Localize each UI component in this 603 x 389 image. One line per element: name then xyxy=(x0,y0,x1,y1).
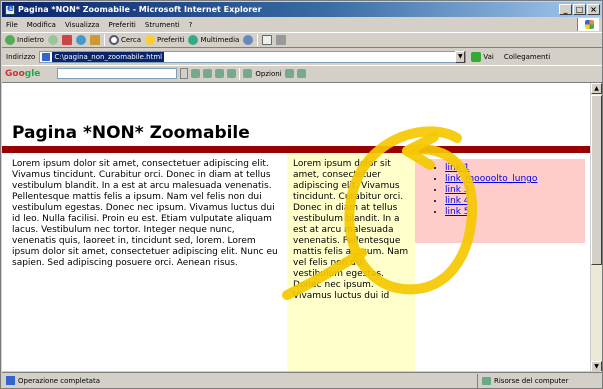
favorites-button[interactable]: Preferiti xyxy=(145,35,184,45)
address-bar: Indirizzo C:\pagina_non_zoomabile.html ▼… xyxy=(2,49,602,64)
links-list: link 1 link_moooolto_lungo link 3 link 4… xyxy=(415,163,585,218)
google-search-dropdown[interactable] xyxy=(180,68,189,79)
page-done-icon xyxy=(6,376,15,385)
title-bar[interactable]: Pagina *NON* Zoomabile - Microsoft Inter… xyxy=(2,2,602,17)
address-label: Indirizzo xyxy=(6,52,36,61)
list-item: link 1 xyxy=(445,163,585,174)
google-logo[interactable]: Google xyxy=(5,69,40,79)
browser-window: Pagina *NON* Zoomabile - Microsoft Inter… xyxy=(0,0,603,389)
scroll-thumb[interactable] xyxy=(591,95,602,265)
menu-tools[interactable]: Strumenti xyxy=(145,21,180,29)
window-controls: _ □ × xyxy=(559,4,600,15)
star-icon xyxy=(145,35,156,45)
history-button[interactable] xyxy=(243,35,254,45)
back-arrow-icon xyxy=(5,35,15,45)
media-label: Multimedia xyxy=(200,36,240,44)
search-label: Cerca xyxy=(120,36,142,44)
history-icon xyxy=(243,35,254,45)
print-button[interactable] xyxy=(276,35,287,45)
home-button[interactable] xyxy=(89,35,100,45)
media-icon xyxy=(188,35,199,45)
list-item: link 4 xyxy=(445,196,585,207)
address-input[interactable]: C:\pagina_non_zoomabile.html xyxy=(39,50,467,63)
mail-button[interactable] xyxy=(262,35,273,45)
menu-favorites[interactable]: Preferiti xyxy=(108,21,135,29)
favorites-label: Preferiti xyxy=(157,36,185,44)
search-button[interactable]: Cerca xyxy=(108,35,142,45)
go-arrow-icon xyxy=(471,51,482,62)
google-pen-icon[interactable] xyxy=(296,69,306,78)
stop-icon xyxy=(61,35,72,45)
close-button[interactable]: × xyxy=(587,4,600,15)
main-column-text: Lorem ipsum dolor sit amet, consectetuer… xyxy=(12,159,278,268)
maximize-button[interactable]: □ xyxy=(573,4,586,15)
windows-flag-icon xyxy=(577,18,599,31)
scroll-down-button[interactable]: ▼ xyxy=(591,361,602,371)
status-zone-text: Risorse del computer xyxy=(494,376,569,385)
google-news-icon[interactable] xyxy=(203,69,213,78)
media-button[interactable]: Multimedia xyxy=(188,35,239,45)
status-text: Operazione completata xyxy=(18,376,101,385)
go-button[interactable]: Vai xyxy=(471,51,494,62)
link-1[interactable]: link 1 xyxy=(445,163,470,173)
google-search-icon[interactable] xyxy=(191,69,201,78)
vertical-scrollbar[interactable]: ▲ ▼ xyxy=(590,83,602,371)
list-item: link 3 xyxy=(445,185,585,196)
address-url: C:\pagina_non_zoomabile.html xyxy=(52,51,165,62)
toolbar-separator xyxy=(103,34,105,46)
link-long[interactable]: link_moooolto_lungo xyxy=(445,174,537,184)
forward-arrow-icon xyxy=(47,35,58,45)
status-bar: Operazione completata Risorse del comput… xyxy=(2,372,602,388)
menu-file[interactable]: File xyxy=(6,21,18,29)
toolbar-separator xyxy=(257,34,259,46)
status-zone: Risorse del computer xyxy=(477,373,602,388)
scroll-up-button[interactable]: ▲ xyxy=(591,83,602,94)
stop-button[interactable] xyxy=(61,35,72,45)
google-search-input[interactable] xyxy=(57,68,178,79)
computer-icon xyxy=(482,376,491,385)
page-content[interactable]: Pagina *NON* Zoomabile Lorem ipsum dolor… xyxy=(2,82,602,371)
page-title: Pagina *NON* Zoomabile xyxy=(12,123,250,143)
list-item: link 5 xyxy=(445,207,585,218)
address-dropdown-button[interactable]: ▼ xyxy=(455,50,466,63)
google-toolbar: Google Opzioni xyxy=(2,65,602,81)
google-options-label[interactable]: Opzioni xyxy=(255,70,281,78)
middle-column-text: Lorem ipsum dolor sit amet, consectetuer… xyxy=(287,153,415,371)
go-label: Vai xyxy=(483,52,494,61)
links-toolbar-label[interactable]: Collegamenti xyxy=(504,53,550,61)
back-label: Indietro xyxy=(17,36,44,44)
search-icon xyxy=(108,35,119,45)
forward-button[interactable] xyxy=(47,35,58,45)
link-4[interactable]: link 4 xyxy=(445,196,470,206)
printer-icon xyxy=(276,35,287,45)
back-button[interactable]: Indietro xyxy=(5,35,44,45)
google-logo-rest: gle xyxy=(24,68,41,79)
list-item: link_moooolto_lungo xyxy=(445,174,585,185)
menu-help[interactable]: ? xyxy=(189,21,193,29)
google-popup-icon[interactable] xyxy=(284,69,294,78)
link-3[interactable]: link 3 xyxy=(445,185,470,195)
google-info-icon[interactable] xyxy=(227,69,237,78)
menu-edit[interactable]: Modifica xyxy=(27,21,56,29)
menu-bar: File Modifica Visualizza Preferiti Strum… xyxy=(2,18,602,31)
mail-icon xyxy=(262,35,273,45)
links-column: link 1 link_moooolto_lungo link 3 link 4… xyxy=(415,159,585,243)
toolbar-separator xyxy=(239,67,241,80)
ie-logo-icon xyxy=(5,3,15,15)
title-rule xyxy=(2,146,590,153)
refresh-icon xyxy=(75,35,86,45)
google-pagerank-icon[interactable] xyxy=(215,69,225,78)
minimize-button[interactable]: _ xyxy=(559,4,572,15)
google-logo-first: Goo xyxy=(5,68,25,79)
link-5[interactable]: link 5 xyxy=(445,207,470,217)
page-icon xyxy=(42,52,51,61)
window-title: Pagina *NON* Zoomabile - Microsoft Inter… xyxy=(18,5,262,14)
standard-toolbar: Indietro Cerca Preferiti Multimedia xyxy=(2,32,602,48)
refresh-button[interactable] xyxy=(75,35,86,45)
google-highlight-icon[interactable] xyxy=(243,69,253,78)
home-icon xyxy=(89,35,100,45)
status-left: Operazione completata xyxy=(2,376,477,385)
menu-view[interactable]: Visualizza xyxy=(65,21,99,29)
